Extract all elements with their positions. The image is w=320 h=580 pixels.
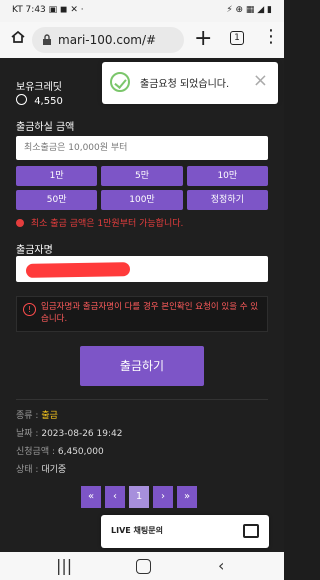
browser-toolbar: mari-100.com/# + 1 ⋮: [0, 22, 284, 59]
withdraw-amount-input[interactable]: 최소출금은 10,000원 부터: [16, 136, 268, 160]
close-icon[interactable]: ×: [253, 70, 268, 91]
status-time: KT 7:43 ▣ ◼ ✕ ·: [12, 5, 84, 15]
live-chat-label: LIVE 채팅문의: [111, 526, 163, 535]
minimum-warning: 최소 출금 금액은 1만원부터 가능합니다.: [16, 216, 183, 229]
redaction-mark: [25, 262, 131, 278]
amount-button-1[interactable]: 1만: [16, 166, 98, 186]
request-type: 종류 : 출금: [16, 411, 58, 421]
home-icon[interactable]: [11, 30, 25, 44]
withdraw-button[interactable]: 출금하기: [80, 346, 204, 386]
page-content: 보유크레딧 4,550 출금하실 금액 최소출금은 10,000원 부터 1만 …: [0, 58, 284, 552]
amount-button-2[interactable]: 5만: [101, 166, 183, 186]
check-icon: [110, 72, 130, 92]
toast-message: 출금요청 되었습니다.: [140, 79, 230, 90]
credit-amount: 4,550: [34, 96, 63, 107]
request-info: 종류 : 출금 날짜 : 2023-08-26 19:42 신청금액 : 6,4…: [16, 408, 122, 480]
status-icons: ⚡ ⊕ ▦ ◢ ▮: [226, 5, 272, 15]
address-bar[interactable]: mari-100.com/#: [32, 27, 184, 53]
url-text: mari-100.com/#: [58, 33, 157, 47]
tab-count-button[interactable]: 1: [230, 31, 244, 45]
success-toast: 출금요청 되었습니다. ×: [102, 62, 278, 104]
reset-button[interactable]: 정정하기: [186, 190, 268, 210]
menu-icon[interactable]: ⋮: [262, 27, 280, 47]
first-page-button[interactable]: «: [81, 486, 101, 508]
notice-text: 입금자명과 출금자명이 다를 경우 본인확인 요청이 있을 수 있습니다.: [41, 302, 259, 324]
recent-apps-icon[interactable]: |||: [56, 556, 72, 575]
amount-button-5[interactable]: 100만: [101, 190, 183, 210]
request-date: 날짜 : 2023-08-26 19:42: [16, 429, 123, 439]
amount-button-4[interactable]: 50만: [16, 190, 98, 210]
lock-icon: [43, 34, 51, 45]
amount-button-grid: 1만 5만 10만 50만 100만 정정하기: [16, 166, 268, 210]
chat-icon: [243, 524, 259, 538]
back-icon[interactable]: ‹: [218, 556, 224, 575]
new-tab-button[interactable]: +: [194, 26, 212, 51]
withdraw-name-label: 출금자명: [16, 245, 53, 256]
name-mismatch-notice: ! 입금자명과 출금자명이 다를 경우 본인확인 요청이 있을 수 있습니다.: [16, 296, 268, 332]
withdraw-amount-label: 출금하실 금액: [16, 122, 75, 133]
prev-page-button[interactable]: ‹: [105, 486, 125, 508]
withdraw-name-input[interactable]: [16, 256, 268, 282]
amount-button-3[interactable]: 10만: [186, 166, 268, 186]
status-bar: KT 7:43 ▣ ◼ ✕ · ⚡ ⊕ ▦ ◢ ▮: [0, 0, 284, 22]
android-navigation-bar: ||| ‹: [0, 552, 284, 580]
live-chat-button[interactable]: LIVE 채팅문의: [101, 515, 269, 548]
warning-icon: [16, 219, 24, 227]
last-page-button[interactable]: »: [177, 486, 197, 508]
request-amount: 신청금액 : 6,450,000: [16, 447, 104, 457]
home-nav-icon[interactable]: [136, 559, 151, 574]
pagination: « ‹ 1 › »: [81, 486, 203, 508]
request-status: 상태 : 대기중: [16, 465, 67, 475]
page-1-button[interactable]: 1: [129, 486, 149, 508]
alert-icon: !: [23, 303, 36, 316]
coin-icon: [16, 94, 27, 105]
minimum-warning-text: 최소 출금 금액은 1만원부터 가능합니다.: [30, 219, 184, 229]
next-page-button[interactable]: ›: [153, 486, 173, 508]
divider: [16, 399, 268, 400]
